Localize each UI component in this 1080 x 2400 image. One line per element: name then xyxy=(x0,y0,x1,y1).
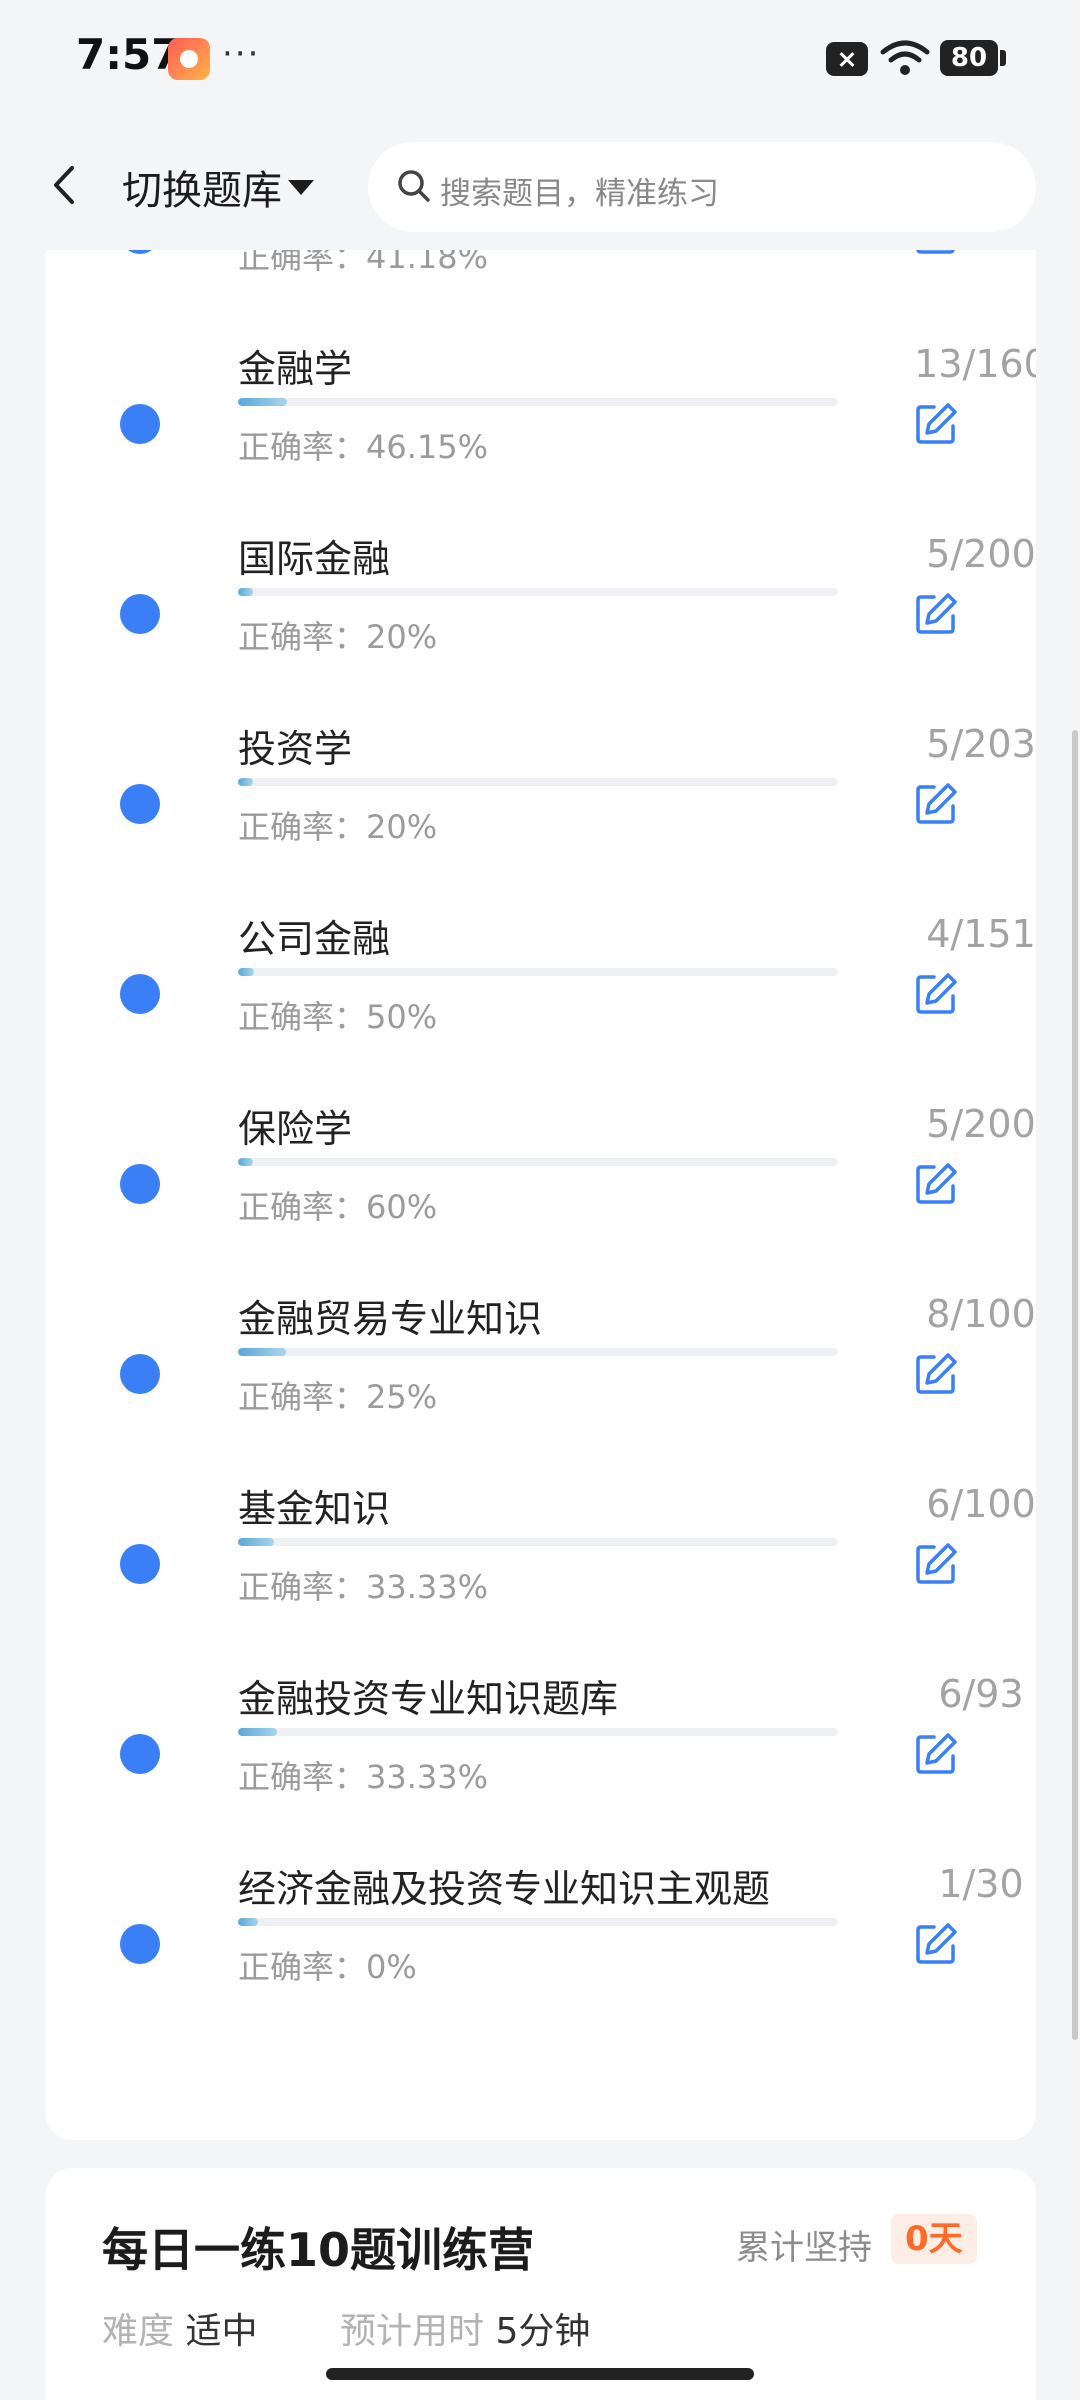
estimated-time-info: 预计用时 5分钟 xyxy=(340,2302,590,2354)
training-title: 每日一练10题训练营 xyxy=(102,2223,535,2277)
progress-bar-fill xyxy=(238,588,253,596)
no-sim-icon xyxy=(826,42,868,76)
back-arrow-icon[interactable] xyxy=(44,160,84,210)
progress-bar-fill xyxy=(238,1348,286,1356)
subject-row[interactable]: 保险学正确率：60% 5/200 xyxy=(46,1070,1036,1260)
answered-count: 13/160 xyxy=(914,342,1036,386)
subject-name: 金融贸易专业知识 xyxy=(238,1297,543,1341)
difficulty-info: 难度 适中 xyxy=(102,2302,257,2354)
subject-list-card: 经济学基础正确率：41.18%17/195金融学正确率：46.15%13/160… xyxy=(46,160,1036,2140)
daily-training-card[interactable]: 每日一练10题训练营 累计坚持 0天 难度 适中 预计用时 5分钟 xyxy=(46,2168,1036,2400)
progress-bar xyxy=(238,588,838,596)
estimated-time-key: 预计用时 xyxy=(340,2311,485,2352)
persist-label: 累计坚持 xyxy=(736,2228,872,2268)
subject-name: 公司金融 xyxy=(238,917,391,961)
progress-bar xyxy=(238,778,838,786)
answered-count: 5/200 xyxy=(926,532,1036,576)
accuracy-rate: 正确率：46.15% xyxy=(238,428,489,466)
switch-question-bank-button[interactable]: 切换题库 xyxy=(122,158,282,216)
subject-dot xyxy=(120,594,160,634)
estimated-time-value: 5分钟 xyxy=(495,2311,591,2352)
practice-edit-icon[interactable] xyxy=(912,970,960,1018)
subject-row[interactable]: 公司金融正确率：50% 4/151 xyxy=(46,880,1036,1070)
status-bar: 7:57 ··· 80 xyxy=(0,0,1080,120)
wifi-icon xyxy=(880,40,930,75)
progress-bar-fill xyxy=(238,1728,277,1736)
caret-down-icon[interactable] xyxy=(288,180,314,195)
battery-icon: 80 xyxy=(940,40,1006,76)
practice-edit-icon[interactable] xyxy=(912,1730,960,1778)
subject-name: 国际金融 xyxy=(238,537,391,581)
practice-edit-icon[interactable] xyxy=(912,1160,960,1208)
subject-row[interactable]: 金融投资专业知识题库正确率：33.33% 6/93 xyxy=(46,1640,1036,1830)
answered-count: 6/93 xyxy=(938,1672,1024,1716)
progress-bar xyxy=(238,1158,838,1166)
progress-bar xyxy=(238,968,838,976)
status-time: 7:57 xyxy=(76,30,181,79)
subject-dot xyxy=(120,404,160,444)
subject-row[interactable]: 国际金融正确率：20% 5/200 xyxy=(46,500,1036,690)
subject-name: 金融学 xyxy=(238,347,353,391)
subject-row[interactable]: 基金知识正确率：33.33% 6/100 xyxy=(46,1450,1036,1640)
difficulty-value: 适中 xyxy=(185,2311,258,2352)
top-bar: 切换题库 搜索题目，精准练习 xyxy=(0,120,1080,250)
subject-name: 经济金融及投资专业知识主观题 xyxy=(238,1867,771,1911)
subject-dot xyxy=(120,1544,160,1584)
subject-dot xyxy=(120,784,160,824)
accuracy-rate: 正确率：60% xyxy=(238,1188,438,1226)
accuracy-rate: 正确率：33.33% xyxy=(238,1758,489,1796)
progress-bar xyxy=(238,1918,838,1926)
app-notification-icon xyxy=(168,38,210,80)
accuracy-rate: 正确率：50% xyxy=(238,998,438,1036)
progress-bar xyxy=(238,1728,838,1736)
difficulty-key: 难度 xyxy=(102,2311,175,2352)
practice-edit-icon[interactable] xyxy=(912,1920,960,1968)
more-notifications-icon: ··· xyxy=(222,34,261,74)
practice-edit-icon[interactable] xyxy=(912,400,960,448)
search-placeholder: 搜索题目，精准练习 xyxy=(440,176,719,212)
progress-bar-fill xyxy=(238,968,254,976)
accuracy-rate: 正确率：25% xyxy=(238,1378,438,1416)
answered-count: 4/151 xyxy=(926,912,1036,956)
subject-name: 金融投资专业知识题库 xyxy=(238,1677,619,1721)
accuracy-rate: 正确率：20% xyxy=(238,618,438,656)
progress-bar-fill xyxy=(238,1918,258,1926)
scrollbar[interactable] xyxy=(1072,730,1078,2040)
subject-row[interactable]: 经济金融及投资专业知识主观题正确率：0% 1/30 xyxy=(46,1830,1036,2020)
accuracy-rate: 正确率：20% xyxy=(238,808,438,846)
subject-dot xyxy=(120,1734,160,1774)
practice-edit-icon[interactable] xyxy=(912,780,960,828)
accuracy-rate: 正确率：33.33% xyxy=(238,1568,489,1606)
subject-dot xyxy=(120,974,160,1014)
subject-dot xyxy=(120,1164,160,1204)
progress-bar-fill xyxy=(238,1538,274,1546)
search-icon xyxy=(398,170,430,202)
progress-bar xyxy=(238,1538,838,1546)
subject-name: 投资学 xyxy=(238,727,353,771)
progress-bar-fill xyxy=(238,398,287,406)
practice-edit-icon[interactable] xyxy=(912,1350,960,1398)
practice-edit-icon[interactable] xyxy=(912,1540,960,1588)
subject-row[interactable]: 金融贸易专业知识正确率：25% 8/100 xyxy=(46,1260,1036,1450)
search-input[interactable]: 搜索题目，精准练习 xyxy=(368,142,1036,232)
subject-name: 保险学 xyxy=(238,1107,353,1151)
persist-days-badge: 0天 xyxy=(891,2214,977,2264)
accuracy-rate: 正确率：0% xyxy=(238,1948,417,1986)
subject-name: 基金知识 xyxy=(238,1487,391,1531)
practice-edit-icon[interactable] xyxy=(912,590,960,638)
progress-bar-fill xyxy=(238,778,253,786)
subject-row[interactable]: 金融学正确率：46.15% 13/160 xyxy=(46,310,1036,500)
progress-bar-fill xyxy=(238,1158,253,1166)
subject-dot xyxy=(120,1354,160,1394)
subject-row[interactable]: 投资学正确率：20% 5/203 xyxy=(46,690,1036,880)
answered-count: 6/100 xyxy=(926,1482,1036,1526)
answered-count: 5/200 xyxy=(926,1102,1036,1146)
answered-count: 1/30 xyxy=(938,1862,1024,1906)
answered-count: 5/203 xyxy=(926,722,1036,766)
home-indicator[interactable] xyxy=(326,2368,754,2380)
subject-dot xyxy=(120,1924,160,1964)
answered-count: 8/100 xyxy=(926,1292,1036,1336)
progress-bar xyxy=(238,1348,838,1356)
progress-bar xyxy=(238,398,838,406)
